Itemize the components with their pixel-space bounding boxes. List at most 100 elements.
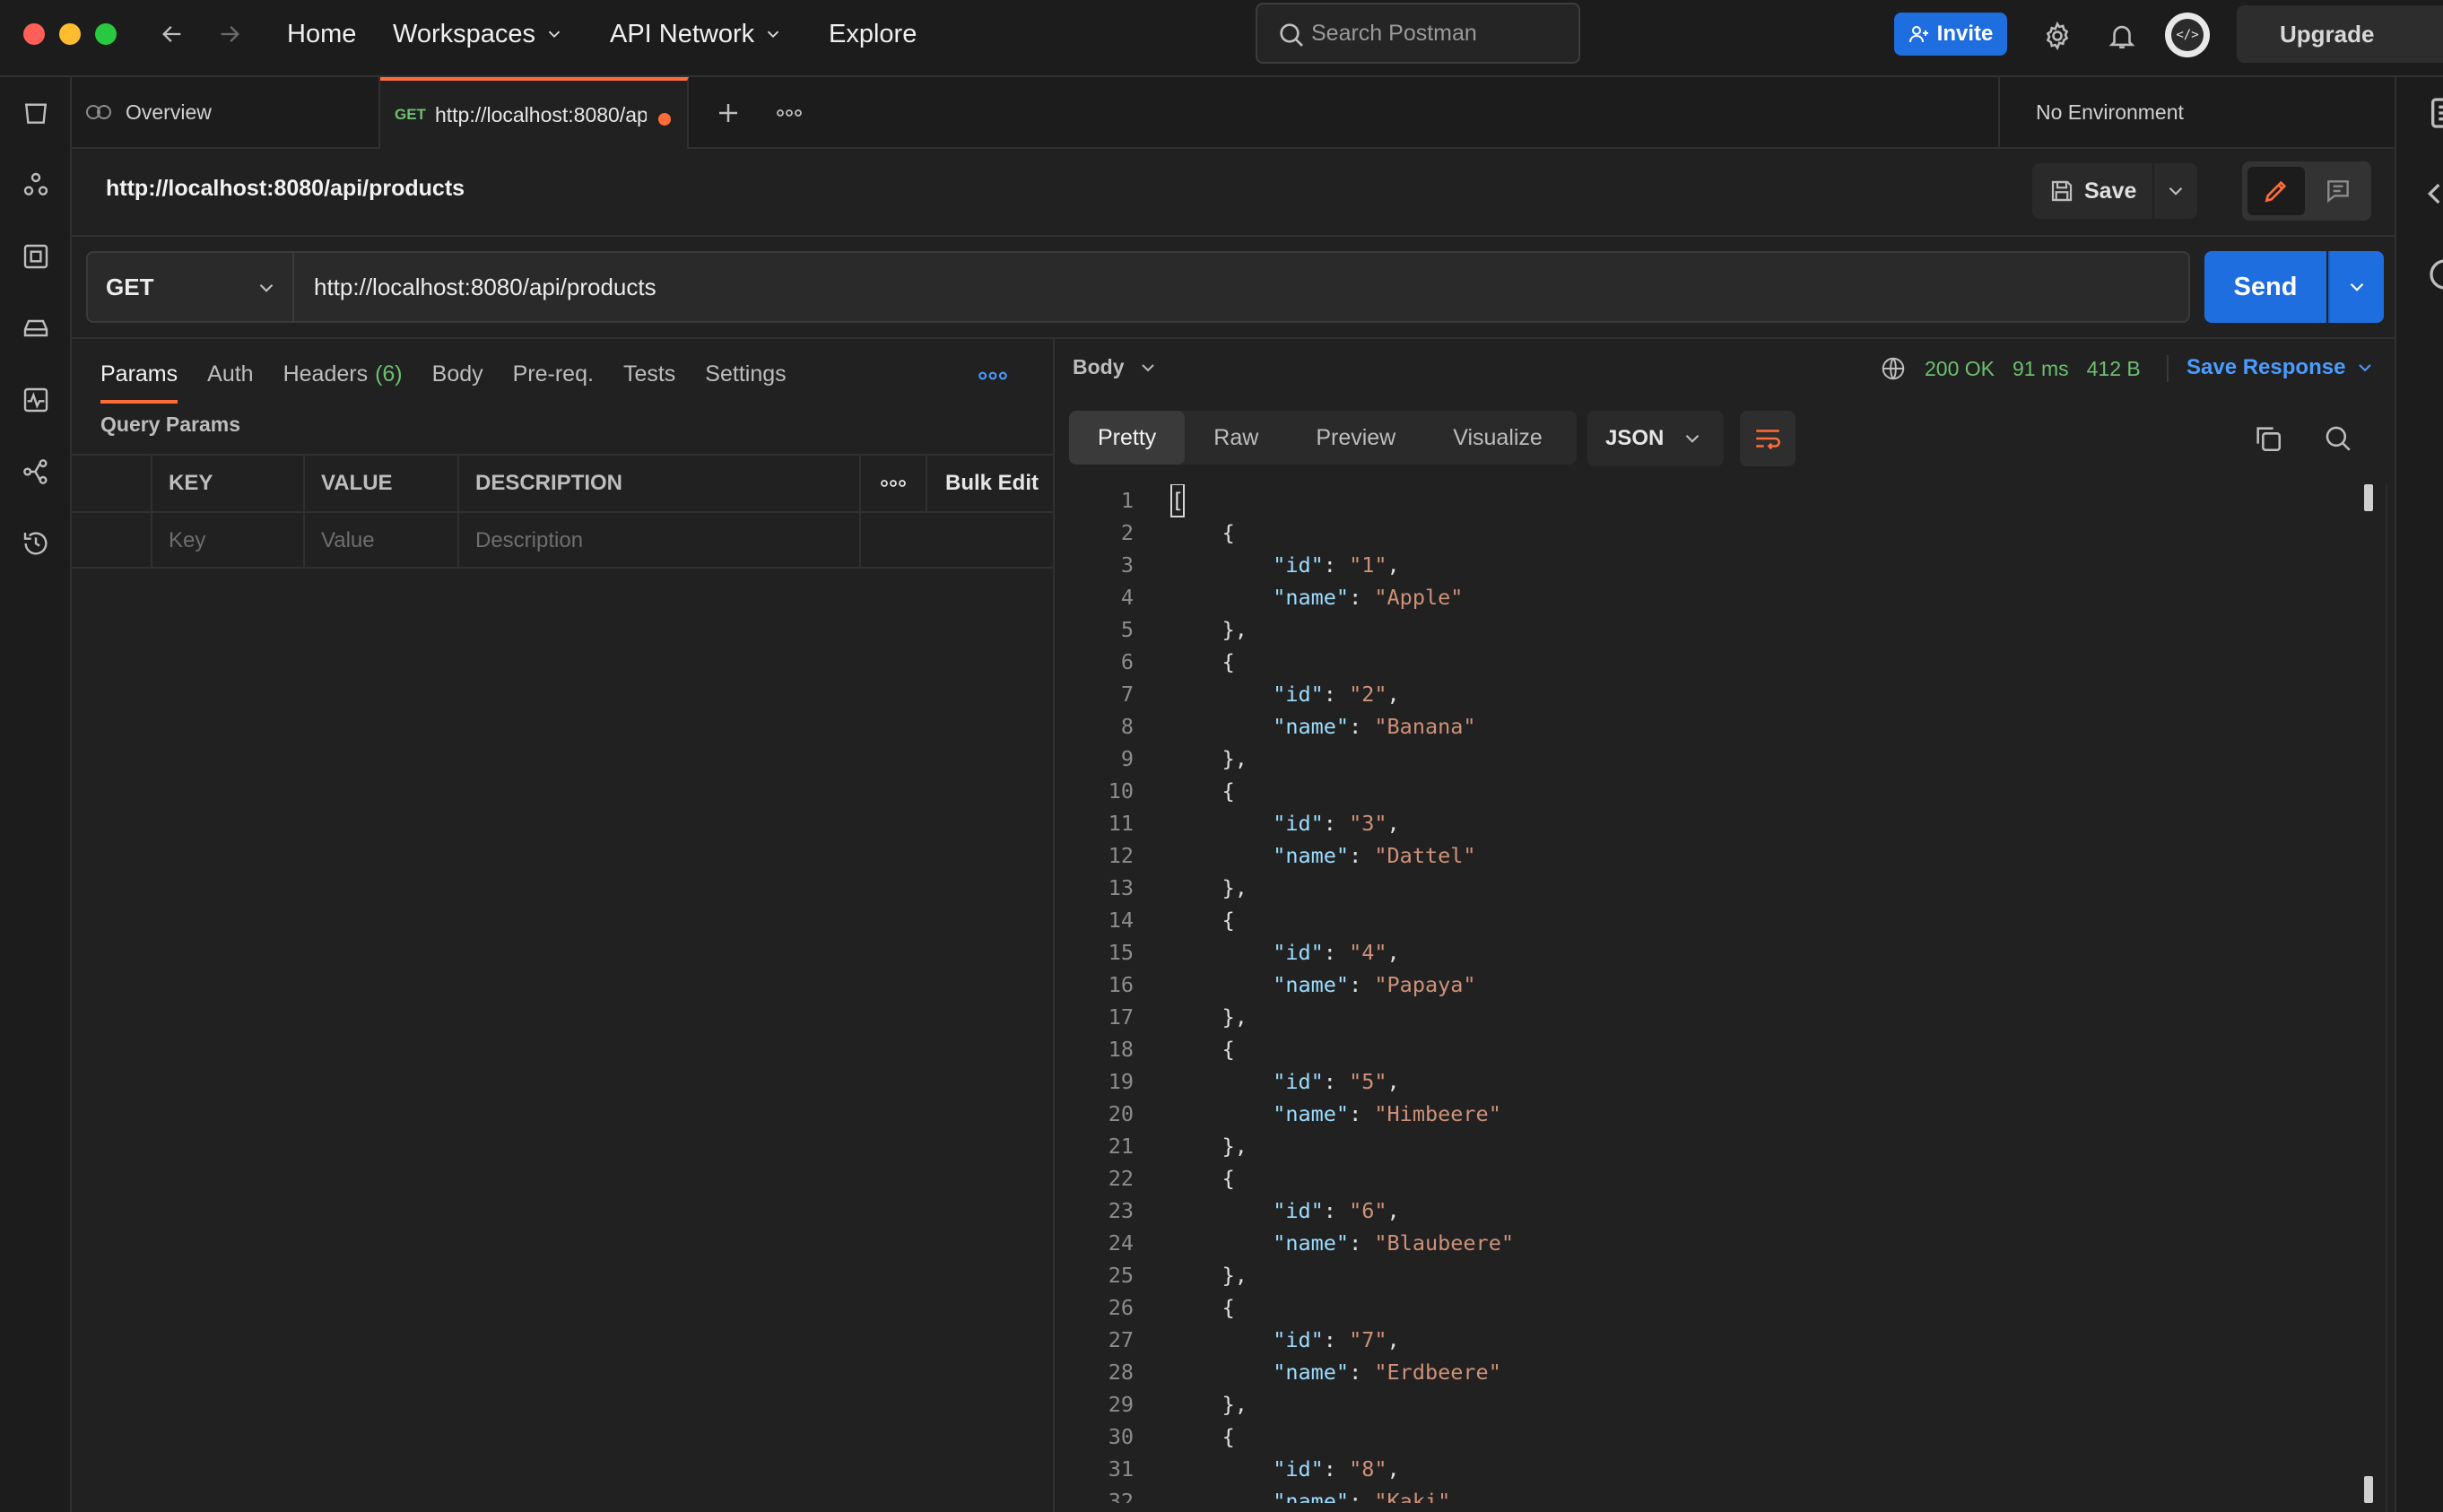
response-section-select[interactable]: Body [1073,355,1159,379]
table-header-row: KEY VALUE DESCRIPTION Bulk Edit [72,454,1053,511]
close-window-button[interactable] [23,23,45,45]
select-all-cell [72,456,152,511]
documentation-icon[interactable] [2427,95,2443,131]
collections-trash-icon[interactable] [18,95,54,131]
nav-api-network[interactable]: API Network [610,16,783,52]
notifications-bell-icon[interactable] [2102,16,2142,56]
json-punctuation: }, [1222,746,1248,771]
scrollbar-thumb[interactable] [2364,484,2373,511]
tab-method: GET [395,106,426,123]
save-response-button[interactable]: Save Response [2187,355,2376,380]
request-title[interactable]: http://localhost:8080/api/products [106,176,465,202]
bulk-edit-button[interactable]: Bulk Edit [927,456,1053,511]
maximize-window-button[interactable] [95,23,117,45]
json-punctuation [1171,678,1273,710]
history-icon[interactable] [18,526,54,561]
send-label: Send [2233,272,2298,301]
json-value: "Blaubeere" [1374,1230,1515,1256]
upgrade-button[interactable]: Upgrade [2237,5,2443,63]
response-body-editor[interactable]: 1[2 {3 "id": "1", 4 "name": "Apple" 5 }, 6 … [1073,484,2364,1503]
json-punctuation [1171,1195,1273,1227]
tab-params[interactable]: Params [100,352,178,404]
status-badge[interactable]: 200 OK [1925,357,1995,381]
nav-workspaces-label: Workspaces [393,19,536,48]
nav-explore[interactable]: Explore [829,16,917,52]
flows-icon[interactable] [18,454,54,490]
send-button[interactable]: Send [2204,251,2326,323]
environments-icon[interactable] [18,239,54,274]
json-punctuation [1171,581,1273,613]
json-punctuation: , [1387,811,1400,836]
json-punctuation: { [1222,908,1235,933]
pane-splitter[interactable] [1053,339,1055,1512]
nav-workspaces[interactable]: Workspaces [393,16,564,52]
tab-settings[interactable]: Settings [705,352,786,396]
minimize-window-button[interactable] [59,23,81,45]
line-number: 11 [1108,811,1134,836]
code-icon[interactable] [2427,176,2443,212]
json-punctuation: : [1323,1069,1350,1094]
back-arrow-icon[interactable] [154,16,190,52]
tab-overview[interactable]: Overview [72,77,380,147]
tab-request-active[interactable]: GET http://localhost:8080/api/products [380,77,689,149]
method-select[interactable]: GET [88,253,294,321]
scrollbar-thumb-bottom[interactable] [2364,1476,2373,1503]
mock-servers-icon[interactable] [18,310,54,346]
edit-mode-button[interactable] [2247,167,2305,215]
json-punctuation [1171,1162,1222,1195]
response-size[interactable]: 412 B [2087,357,2141,381]
key-input[interactable]: Key [152,513,305,569]
value-input[interactable]: Value [305,513,459,569]
apis-icon[interactable] [18,167,54,203]
description-input[interactable]: Description [459,513,861,569]
scrollbar-track[interactable] [2386,484,2387,1512]
copy-icon[interactable] [2253,423,2283,454]
environment-select[interactable]: No Environment [1998,77,2443,147]
info-icon[interactable] [2427,256,2443,292]
search-input[interactable]: Search Postman [1256,3,1580,64]
response-time[interactable]: 91 ms [2013,357,2069,381]
more-options-icon[interactable] [978,361,1008,391]
query-params-table: KEY VALUE DESCRIPTION Bulk Edit Key Valu… [72,454,1053,569]
tab-settings-label: Settings [705,361,787,387]
tabs-more-icon[interactable] [771,95,807,131]
divider [2167,355,2169,382]
tab-preview[interactable]: Preview [1287,411,1424,465]
globe-icon[interactable] [1880,355,1907,382]
forward-arrow-icon[interactable] [212,16,248,52]
code-line: 29 }, [1073,1388,2364,1421]
column-options-button[interactable] [861,456,927,511]
line-number: 23 [1108,1198,1134,1223]
format-select[interactable]: JSON [1587,411,1724,466]
tab-raw[interactable]: Raw [1185,411,1287,465]
settings-gear-icon[interactable] [2038,16,2077,56]
avatar[interactable]: </> [2165,13,2210,57]
save-button[interactable]: Save [2032,163,2152,219]
code-line: 14 { [1073,904,2364,936]
save-options-button[interactable] [2154,163,2197,219]
tab-body[interactable]: Body [432,352,483,396]
json-punctuation [1171,1001,1222,1033]
code-line: 12 "name": "Dattel" [1073,839,2364,872]
tab-headers[interactable]: Headers (6) [283,352,403,396]
json-punctuation [1171,936,1273,969]
json-punctuation [1171,549,1273,581]
send-options-button[interactable] [2328,251,2384,323]
monitors-icon[interactable] [18,382,54,418]
comments-button[interactable] [2310,167,2366,215]
tab-prereq[interactable]: Pre-req. [513,352,594,396]
wrap-lines-button[interactable] [1740,411,1795,466]
tab-tests[interactable]: Tests [623,352,675,396]
save-label: Save [2084,178,2137,204]
nav-home[interactable]: Home [287,16,356,52]
invite-button[interactable]: Invite [1894,13,2007,56]
search-icon[interactable] [2323,423,2353,454]
new-tab-plus-icon[interactable] [710,95,746,131]
json-key: "id" [1273,1198,1324,1223]
code-line: 31 "id": "8", [1073,1453,2364,1485]
tab-pretty[interactable]: Pretty [1069,411,1186,465]
tab-auth[interactable]: Auth [207,352,253,396]
line-number: 20 [1108,1101,1134,1126]
url-input[interactable]: http://localhost:8080/api/products [314,253,2161,321]
tab-visualize[interactable]: Visualize [1424,411,1571,465]
